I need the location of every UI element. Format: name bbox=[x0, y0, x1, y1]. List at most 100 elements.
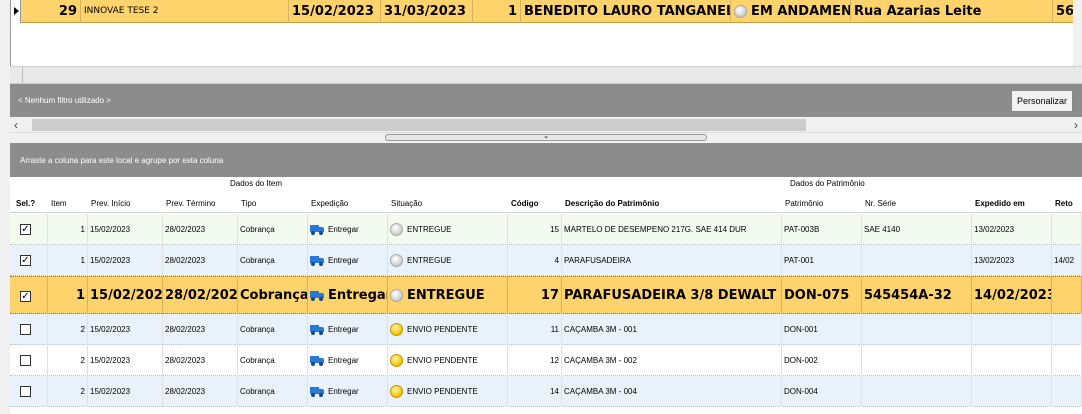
group-by-hint: Arraste a coluna para este local e agrup… bbox=[20, 156, 224, 165]
band-item: Dados do Item bbox=[230, 179, 283, 188]
col-header-inicio[interactable]: Prev. Início bbox=[91, 196, 130, 212]
scroll-left-icon[interactable]: ‹ bbox=[14, 118, 18, 132]
truck-icon bbox=[310, 325, 324, 336]
scroll-thumb[interactable] bbox=[32, 119, 806, 131]
status-gray-icon bbox=[734, 5, 747, 18]
splitter-handle[interactable]: ⌄ bbox=[385, 133, 707, 141]
col-header-expedido[interactable]: Expedido em bbox=[975, 196, 1025, 212]
cell-item: 1 bbox=[48, 245, 88, 276]
col-header-tipo[interactable]: Tipo bbox=[241, 196, 256, 212]
col-header-patrimonio[interactable]: Patrimônio bbox=[785, 196, 823, 212]
cell-tipo: Cobrança bbox=[238, 245, 308, 276]
cell-termino: 28/02/2023 bbox=[163, 245, 238, 276]
cell-retorno bbox=[1052, 214, 1082, 245]
col-header-serie[interactable]: Nr. Série bbox=[865, 196, 896, 212]
col-header-termino[interactable]: Prev. Término bbox=[166, 196, 216, 212]
cell-codigo: 4 bbox=[508, 245, 562, 276]
table-row[interactable]: ✓ 1 15/02/202 28/02/202 Cobrança Entregar ENTR… bbox=[10, 276, 1082, 315]
select-checkbox[interactable]: ✓ bbox=[20, 255, 31, 266]
row-status: EM ANDAMENTO bbox=[731, 0, 851, 23]
cell-checked[interactable] bbox=[10, 314, 48, 345]
status-delivered-icon bbox=[390, 254, 403, 268]
table-row[interactable]: 2 15/02/2023 28/02/2023 Cobrança Entregar ENV… bbox=[10, 314, 1082, 345]
cell-situacao: ENVIO PENDENTE bbox=[388, 345, 508, 376]
status-pending-icon bbox=[390, 323, 403, 337]
cell-expedido: 14/02/2023 bbox=[972, 277, 1052, 315]
cell-patrimonio: DON-001 bbox=[782, 314, 862, 345]
main-grid-vscroll[interactable] bbox=[1073, 0, 1082, 66]
cell-item: 2 bbox=[48, 314, 88, 345]
cell-checked[interactable]: ✓ bbox=[10, 277, 48, 315]
situacao-label: ENVIO PENDENTE bbox=[407, 356, 478, 365]
cell-descricao: PARAFUSADEIRA bbox=[562, 245, 782, 276]
cell-inicio: 15/02/2023 bbox=[88, 314, 163, 345]
truck-icon bbox=[310, 256, 324, 267]
main-grid-selected-row[interactable]: 29 INNOVAE TESE 2 15/02/2023 31/03/2023 … bbox=[11, 0, 1082, 23]
select-checkbox[interactable] bbox=[20, 324, 31, 335]
cell-inicio: 15/02/202 bbox=[88, 277, 163, 315]
situacao-label: ENVIO PENDENTE bbox=[407, 387, 478, 396]
col-header-expedicao[interactable]: Expedição bbox=[311, 196, 348, 212]
col-header-retorno[interactable]: Reto bbox=[1055, 196, 1073, 212]
table-row[interactable]: 2 15/02/2023 28/02/2023 Cobrança Entregar ENV… bbox=[10, 376, 1082, 407]
detail-grid: Dados do Item Dados do Patrimônio Sel.? … bbox=[10, 177, 1082, 414]
cell-codigo: 11 bbox=[508, 314, 562, 345]
select-checkbox[interactable] bbox=[20, 386, 31, 397]
cell-tipo: Cobrança bbox=[238, 314, 308, 345]
cell-situacao: ENTREGUE bbox=[388, 277, 508, 315]
cell-exped: Entregar bbox=[308, 314, 388, 345]
status-pending-icon bbox=[390, 354, 403, 368]
row-start-date: 15/02/2023 bbox=[289, 0, 381, 23]
cell-termino: 28/02/202 bbox=[163, 277, 238, 315]
select-checkbox[interactable]: ✓ bbox=[20, 224, 31, 235]
cell-exped: Entregar bbox=[308, 277, 388, 315]
scroll-right-icon[interactable]: › bbox=[1074, 118, 1078, 132]
col-header-sel[interactable]: Sel.? bbox=[16, 196, 35, 212]
col-header-situacao[interactable]: Situação bbox=[391, 196, 422, 212]
cell-checked[interactable]: ✓ bbox=[10, 245, 48, 276]
col-header-descricao[interactable]: Descrição do Patrimônio bbox=[565, 196, 659, 212]
cell-checked[interactable] bbox=[10, 376, 48, 407]
cell-checked[interactable]: ✓ bbox=[10, 214, 48, 245]
cell-situacao: ENVIO PENDENTE bbox=[388, 314, 508, 345]
cell-tipo: Cobrança bbox=[238, 277, 308, 315]
cell-item: 1 bbox=[48, 214, 88, 245]
cell-codigo: 15 bbox=[508, 214, 562, 245]
cell-serie bbox=[862, 376, 972, 407]
situacao-label: ENVIO PENDENTE bbox=[407, 325, 478, 334]
cell-serie bbox=[862, 345, 972, 376]
status-delivered-icon bbox=[390, 289, 403, 302]
table-row[interactable]: 2 15/02/2023 28/02/2023 Cobrança Entregar ENV… bbox=[10, 345, 1082, 376]
row-address: Rua Azarias Leite bbox=[851, 0, 1053, 23]
cell-codigo: 14 bbox=[508, 376, 562, 407]
select-checkbox[interactable] bbox=[20, 355, 31, 366]
table-row[interactable]: ✓ 1 15/02/2023 28/02/2023 Cobrança Entregar EN… bbox=[10, 245, 1082, 276]
filter-status: < Nenhum filtro utilizado > bbox=[18, 96, 111, 105]
cell-inicio: 15/02/2023 bbox=[88, 245, 163, 276]
main-grid-hscroll[interactable]: ‹ › bbox=[10, 117, 1082, 133]
cell-exped: Entregar bbox=[308, 345, 388, 376]
cell-descricao: CAÇAMBA 3M - 004 bbox=[562, 376, 782, 407]
table-row[interactable]: ✓ 1 15/02/2023 28/02/2023 Cobrança Entregar EN… bbox=[10, 214, 1082, 245]
cell-exped: Entregar bbox=[308, 376, 388, 407]
cell-codigo: 12 bbox=[508, 345, 562, 376]
cell-situacao: ENTREGUE bbox=[388, 214, 508, 245]
cell-patrimonio: PAT-003B bbox=[782, 214, 862, 245]
cell-checked[interactable] bbox=[10, 345, 48, 376]
main-grid: 29 INNOVAE TESE 2 15/02/2023 31/03/2023 … bbox=[10, 0, 1082, 66]
col-header-item[interactable]: Item bbox=[51, 196, 67, 212]
cell-item: 2 bbox=[48, 376, 88, 407]
cell-situacao: ENVIO PENDENTE bbox=[388, 376, 508, 407]
row-qty: 1 bbox=[473, 0, 521, 23]
cell-codigo: 17 bbox=[508, 277, 562, 315]
col-header-codigo[interactable]: Código bbox=[511, 196, 539, 212]
cell-exped: Entregar bbox=[308, 214, 388, 245]
select-checkbox[interactable]: ✓ bbox=[20, 291, 31, 302]
personalize-button[interactable]: Personalizar bbox=[1011, 90, 1073, 112]
row-number: 29 bbox=[21, 0, 81, 23]
group-by-bar[interactable]: Arraste a coluna para este local e agrup… bbox=[10, 143, 1082, 177]
cell-retorno bbox=[1052, 314, 1082, 345]
cell-descricao: CAÇAMBA 3M - 001 bbox=[562, 314, 782, 345]
cell-expedido bbox=[972, 314, 1052, 345]
cell-descricao: CAÇAMBA 3M - 002 bbox=[562, 345, 782, 376]
